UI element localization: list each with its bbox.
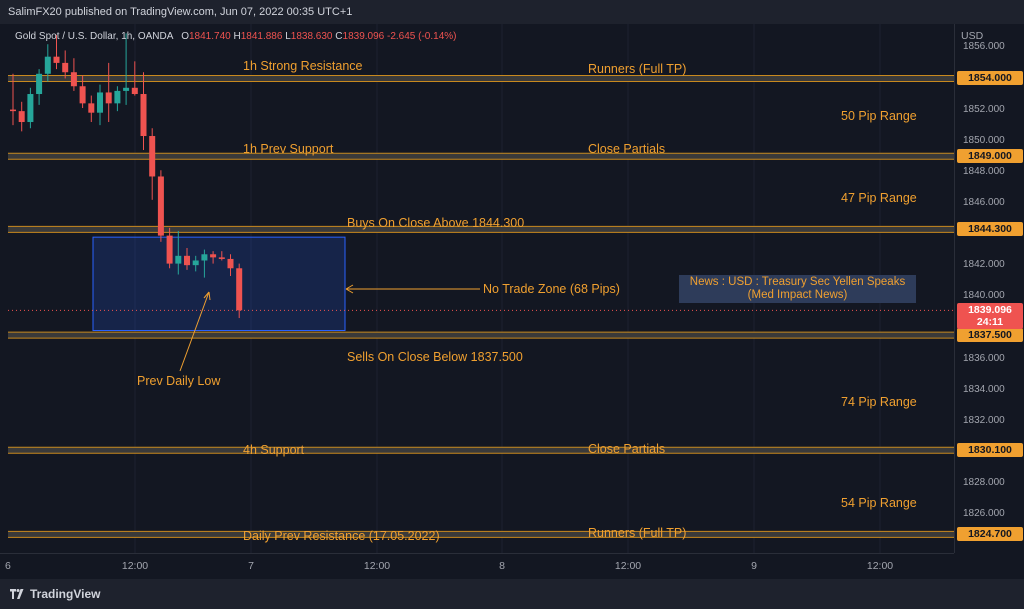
low-value: 1838.630 <box>290 31 333 42</box>
candle-body <box>166 235 173 264</box>
candle-body <box>97 92 103 113</box>
news-box: News : USD : Treasury Sec Yellen Speaks … <box>679 275 916 303</box>
candle-body <box>18 111 25 123</box>
close-value: 1839.096 <box>342 31 385 42</box>
time-tick: 8 <box>499 560 505 572</box>
price-level-label: 1849.000 <box>957 149 1023 164</box>
candle-body <box>131 87 138 95</box>
high-label: H <box>233 31 241 42</box>
price-tick: 1852.000 <box>963 103 1005 115</box>
annotation-close-partials-top: Close Partials <box>588 142 666 156</box>
currency-label: USD <box>961 30 984 42</box>
candle-body <box>218 257 225 259</box>
bar-countdown: 24:11 <box>976 316 1004 329</box>
annotation-daily-prev-resistance: Daily Prev Resistance (17.05.2022) <box>243 529 440 543</box>
close-label: C <box>335 31 343 42</box>
news-line-1: News : USD : Treasury Sec Yellen Speaks <box>689 276 906 288</box>
price-level-label: 1824.700 <box>957 527 1023 542</box>
published-header: SalimFX20 published on TradingView.com, … <box>0 0 1024 24</box>
level-band <box>8 531 954 538</box>
price-level-label: 1830.100 <box>957 443 1023 458</box>
level-band <box>8 75 954 82</box>
high-value: 1841.886 <box>240 31 283 42</box>
price-tick: 1850.000 <box>963 134 1005 146</box>
annotation-runners-bottom: Runners (Full TP) <box>588 526 687 540</box>
candle-body <box>88 103 95 113</box>
change-value: -2.645 (-0.14%) <box>387 31 457 42</box>
tradingview-logo-icon <box>10 589 24 599</box>
annotation-runners-top: Runners (Full TP) <box>588 62 687 76</box>
price-tick: 1846.000 <box>963 196 1005 208</box>
price-tick: 1856.000 <box>963 41 1005 53</box>
candle-body <box>36 73 43 95</box>
level-band <box>8 447 954 454</box>
published-text: SalimFX20 published on TradingView.com, … <box>8 6 353 18</box>
candle-body <box>105 92 112 104</box>
price-tick: 1848.000 <box>963 165 1005 177</box>
price-tick: 1842.000 <box>963 259 1005 271</box>
annotation-range-47: 47 Pip Range <box>841 191 917 205</box>
candle-body <box>175 255 182 264</box>
time-tick: 12:00 <box>121 560 149 572</box>
candle-body <box>123 87 130 91</box>
current-price-value: 1839.096 <box>968 304 1012 317</box>
annotation-prev-support: 1h Prev Support <box>243 142 334 156</box>
price-tick: 1832.000 <box>963 414 1005 426</box>
time-tick: 7 <box>248 560 254 572</box>
time-tick: 12:00 <box>363 560 391 572</box>
candle-body <box>62 62 69 73</box>
candle-body <box>53 56 60 63</box>
tradingview-brand: TradingView <box>30 587 101 601</box>
price-tick: 1836.000 <box>963 352 1005 364</box>
annotation-range-50: 50 Pip Range <box>841 109 917 123</box>
level-band <box>8 332 954 339</box>
news-line-2: (Med Impact News) <box>747 289 848 301</box>
footer: TradingView <box>0 579 1024 609</box>
annotation-range-74: 74 Pip Range <box>841 395 917 409</box>
candle-body <box>10 109 16 112</box>
price-tick: 1826.000 <box>963 508 1005 520</box>
candle-body <box>157 176 164 236</box>
price-tick: 1840.000 <box>963 290 1005 302</box>
price-tick: 1828.000 <box>963 476 1005 488</box>
annotation-strong-resistance: 1h Strong Resistance <box>243 59 363 73</box>
annotation-close-partials-bottom: Close Partials <box>588 442 666 456</box>
time-tick: 12:00 <box>866 560 894 572</box>
price-tick: 1834.000 <box>963 383 1005 395</box>
annotation-buys-above: Buys On Close Above 1844.300 <box>347 216 525 230</box>
time-tick: 6 <box>5 560 11 572</box>
price-axis[interactable]: USD 1856.000 1852.000 1850.000 1848.000 1846… <box>954 24 1024 553</box>
no-trade-zone-box <box>92 236 346 332</box>
open-value: 1841.740 <box>188 31 231 42</box>
candle-body <box>114 90 121 104</box>
price-level-label: 1837.500 <box>957 328 1023 343</box>
candle-body <box>236 268 243 311</box>
candle-body <box>210 254 217 258</box>
time-tick: 12:00 <box>614 560 642 572</box>
candle-body <box>149 136 156 177</box>
candle-body <box>227 258 234 269</box>
time-axis[interactable]: 6 12:00 7 12:00 8 12:00 9 12:00 <box>0 553 954 580</box>
candle-body <box>192 260 199 266</box>
current-price-label: 1839.096 24:11 <box>957 303 1023 330</box>
time-tick: 9 <box>751 560 757 572</box>
open-label: O <box>181 31 189 42</box>
symbol-legend: Gold Spot / U.S. Dollar, 1h, OANDA O1841… <box>15 31 457 42</box>
annotation-prev-daily-low: Prev Daily Low <box>137 374 221 388</box>
candle-body <box>201 254 208 261</box>
price-level-label: 1854.000 <box>957 71 1023 86</box>
candle-body <box>70 72 77 87</box>
annotation-no-trade-zone: No Trade Zone (68 Pips) <box>483 282 620 296</box>
symbol-name: Gold Spot / U.S. Dollar, 1h, OANDA <box>15 31 173 42</box>
candle-body <box>140 94 147 137</box>
annotation-4h-support: 4h Support <box>243 443 305 457</box>
candle-body <box>27 94 34 123</box>
annotation-range-54: 54 Pip Range <box>841 496 917 510</box>
candle-body <box>184 255 190 266</box>
candle-body <box>79 86 86 104</box>
price-level-label: 1844.300 <box>957 222 1023 237</box>
annotation-sells-below: Sells On Close Below 1837.500 <box>347 350 523 364</box>
candle-body <box>44 56 51 74</box>
